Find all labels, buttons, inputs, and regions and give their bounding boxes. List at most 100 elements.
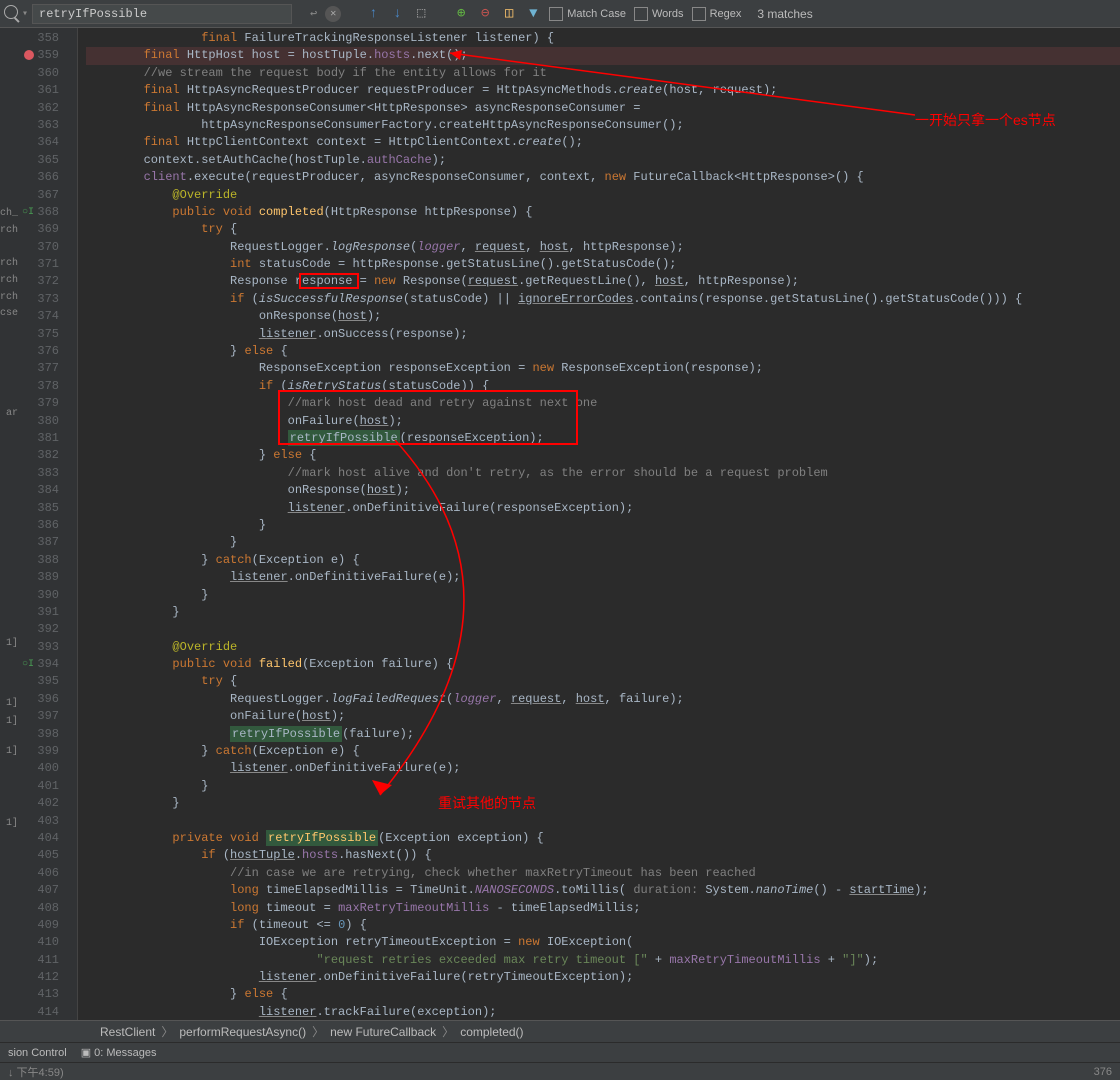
line-number[interactable]: 393 [20, 639, 77, 656]
line-number[interactable]: 412 [20, 969, 77, 986]
code-line[interactable]: } else { [86, 343, 1120, 360]
line-number[interactable]: 388 [20, 552, 77, 569]
code-line[interactable]: } catch(Exception e) { [86, 743, 1120, 760]
line-number[interactable]: 407 [20, 882, 77, 899]
code-line[interactable]: final HttpAsyncRequestProducer requestPr… [86, 82, 1120, 99]
bc-item[interactable]: RestClient [100, 1025, 155, 1039]
line-number[interactable]: 366 [20, 169, 77, 186]
code-line[interactable]: if (isRetryStatus(statusCode)) { [86, 378, 1120, 395]
code-line[interactable]: long timeout = maxRetryTimeoutMillis - t… [86, 900, 1120, 917]
bc-item[interactable]: performRequestAsync() [179, 1025, 306, 1039]
code-line[interactable]: long timeElapsedMillis = TimeUnit.NANOSE… [86, 882, 1120, 899]
code-line[interactable]: onResponse(host); [86, 482, 1120, 499]
code-line[interactable]: //mark host dead and retry against next … [86, 395, 1120, 412]
code-line[interactable]: client.execute(requestProducer, asyncRes… [86, 169, 1120, 186]
code-line[interactable] [86, 813, 1120, 830]
line-number[interactable]: 367 [20, 187, 77, 204]
messages-tab[interactable]: ▣ 0: Messages [81, 1046, 157, 1059]
line-number[interactable]: 398 [20, 726, 77, 743]
code-line[interactable]: RequestLogger.logFailedRequest(logger, r… [86, 691, 1120, 708]
prev-nav-icon[interactable]: ↩ [310, 6, 317, 21]
regex-checkbox[interactable]: Regex [692, 7, 742, 21]
line-number[interactable]: 363 [20, 117, 77, 134]
line-number[interactable]: 411 [20, 952, 77, 969]
line-number[interactable]: 384 [20, 482, 77, 499]
line-number[interactable]: 376 [20, 343, 77, 360]
line-gutter[interactable]: 3583593603613623633643653663673683693703… [20, 28, 78, 1038]
select-all-occ-icon[interactable]: ◫ [501, 6, 517, 22]
line-number[interactable]: 375 [20, 326, 77, 343]
code-line[interactable]: } catch(Exception e) { [86, 552, 1120, 569]
override-gutter-icon[interactable]: ○I [22, 204, 34, 221]
search-input[interactable] [32, 4, 292, 24]
bc-item[interactable]: new FutureCallback [330, 1025, 436, 1039]
code-line[interactable]: private void retryIfPossible(Exception e… [86, 830, 1120, 847]
line-number[interactable]: 386 [20, 517, 77, 534]
code-line[interactable]: ResponseException responseException = ne… [86, 360, 1120, 377]
line-number[interactable]: 395 [20, 673, 77, 690]
line-number[interactable]: 387 [20, 534, 77, 551]
next-match-icon[interactable]: ↓ [389, 6, 405, 22]
code-line[interactable]: onFailure(host); [86, 413, 1120, 430]
line-number[interactable]: 410 [20, 934, 77, 951]
line-number[interactable]: 380 [20, 413, 77, 430]
line-number[interactable]: 365 [20, 152, 77, 169]
code-line[interactable]: final HttpHost host = hostTuple.hosts.ne… [86, 47, 1120, 64]
breadcrumb[interactable]: RestClient〉 performRequestAsync()〉 new F… [0, 1020, 1120, 1042]
code-line[interactable]: } else { [86, 447, 1120, 464]
close-icon[interactable]: ✕ [325, 6, 341, 22]
line-number[interactable]: 381 [20, 430, 77, 447]
line-number[interactable]: 362 [20, 100, 77, 117]
add-selection-icon[interactable]: ⊕ [453, 6, 469, 22]
code-line[interactable]: httpAsyncResponseConsumerFactory.createH… [86, 117, 1120, 134]
bc-item[interactable]: completed() [460, 1025, 523, 1039]
line-number[interactable]: 382 [20, 447, 77, 464]
line-number[interactable]: 404 [20, 830, 77, 847]
code-line[interactable]: } [86, 534, 1120, 551]
tool-window-bar[interactable]: sion Control ▣ 0: Messages [0, 1042, 1120, 1062]
line-number[interactable]: 389 [20, 569, 77, 586]
line-number[interactable]: 377 [20, 360, 77, 377]
code-line[interactable]: @Override [86, 187, 1120, 204]
line-number[interactable]: 413 [20, 986, 77, 1003]
words-checkbox[interactable]: Words [634, 7, 684, 21]
filter-icon[interactable]: ▼ [525, 6, 541, 22]
code-line[interactable]: listener.onDefinitiveFailure(e); [86, 569, 1120, 586]
line-number[interactable]: 397 [20, 708, 77, 725]
remove-selection-icon[interactable]: ⊖ [477, 6, 493, 22]
code-line[interactable]: "request retries exceeded max retry time… [86, 952, 1120, 969]
line-number[interactable]: 379 [20, 395, 77, 412]
line-number[interactable]: 401 [20, 778, 77, 795]
override-gutter-icon[interactable]: ○I [22, 656, 34, 673]
code-line[interactable]: retryIfPossible(failure); [86, 726, 1120, 743]
line-number[interactable]: 361 [20, 82, 77, 99]
line-number[interactable]: 402 [20, 795, 77, 812]
line-number[interactable]: 373 [20, 291, 77, 308]
code-line[interactable]: } [86, 517, 1120, 534]
code-line[interactable]: int statusCode = httpResponse.getStatusL… [86, 256, 1120, 273]
line-number[interactable]: 414 [20, 1004, 77, 1021]
code-line[interactable]: //we stream the request body if the enti… [86, 65, 1120, 82]
select-all-icon[interactable]: ⬚ [413, 6, 429, 22]
code-line[interactable]: retryIfPossible(responseException); [86, 430, 1120, 447]
code-line[interactable]: if (hostTuple.hosts.hasNext()) { [86, 847, 1120, 864]
line-number[interactable]: 358 [20, 30, 77, 47]
code-line[interactable]: if (isSuccessfulResponse(statusCode) || … [86, 291, 1120, 308]
line-number[interactable]: 405 [20, 847, 77, 864]
match-case-checkbox[interactable]: Match Case [549, 7, 626, 21]
prev-match-icon[interactable]: ↑ [365, 6, 381, 22]
code-line[interactable]: listener.onSuccess(response); [86, 326, 1120, 343]
code-line[interactable]: } [86, 604, 1120, 621]
line-number[interactable]: 403 [20, 813, 77, 830]
line-number[interactable]: 385 [20, 500, 77, 517]
code-line[interactable]: //in case we are retrying, check whether… [86, 865, 1120, 882]
code-line[interactable]: listener.onDefinitiveFailure(retryTimeou… [86, 969, 1120, 986]
code-line[interactable]: public void completed(HttpResponse httpR… [86, 204, 1120, 221]
line-number[interactable]: 396 [20, 691, 77, 708]
code-line[interactable]: //mark host alive and don't retry, as th… [86, 465, 1120, 482]
code-line[interactable]: onFailure(host); [86, 708, 1120, 725]
line-number[interactable]: 370 [20, 239, 77, 256]
code-line[interactable]: onResponse(host); [86, 308, 1120, 325]
code-line[interactable]: listener.onDefinitiveFailure(responseExc… [86, 500, 1120, 517]
line-number[interactable]: 391 [20, 604, 77, 621]
